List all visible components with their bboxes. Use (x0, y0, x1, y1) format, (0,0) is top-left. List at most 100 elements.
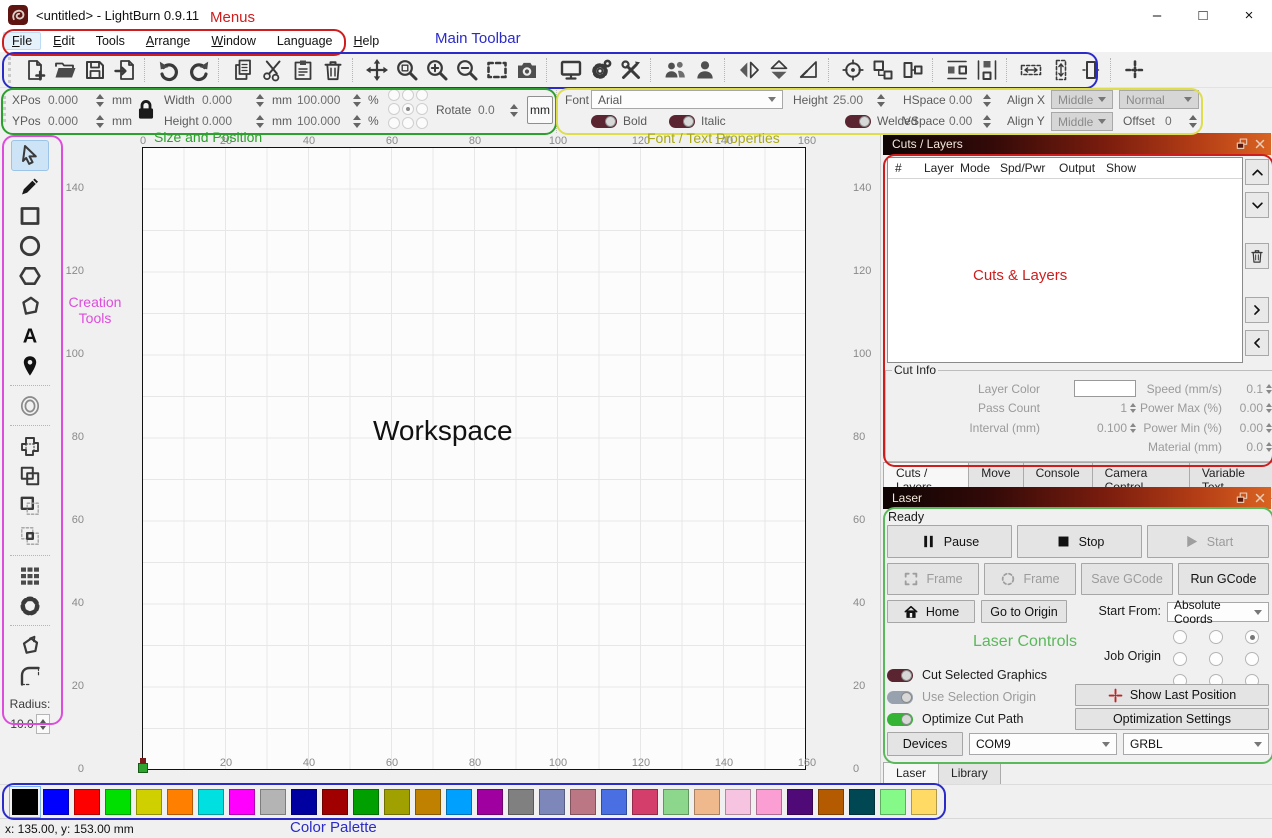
distribute-vertical-button[interactable] (972, 55, 1002, 85)
flip-horizontal-button[interactable] (734, 55, 764, 85)
frame-selection-button[interactable] (482, 55, 512, 85)
cut-selected-graphics-toggle[interactable] (887, 669, 913, 682)
material-input[interactable]: 0.0 (1246, 440, 1263, 454)
bool-intersect-tool-button[interactable] (12, 522, 48, 551)
device-settings-button[interactable] (616, 55, 646, 85)
rotate-input[interactable]: 0.0 (478, 103, 495, 117)
palette-color-27[interactable] (849, 789, 875, 815)
palette-color-12[interactable] (384, 789, 410, 815)
palette-color-26[interactable] (818, 789, 844, 815)
align-shapes-button[interactable] (868, 55, 898, 85)
close-panel-icon[interactable] (1253, 491, 1267, 505)
camera-capture-button[interactable] (512, 55, 542, 85)
vspace-spinner[interactable] (981, 113, 992, 129)
show-last-position-button[interactable]: Show Last Position (1075, 684, 1269, 706)
palette-color-23[interactable] (725, 789, 751, 815)
preview-monitor-button[interactable] (556, 55, 586, 85)
hspace-input[interactable]: 0.00 (949, 93, 972, 107)
hspace-spinner[interactable] (981, 92, 992, 108)
ellipse-tool-button[interactable] (12, 232, 48, 261)
palette-color-1[interactable] (43, 789, 69, 815)
palette-color-7[interactable] (229, 789, 255, 815)
push-apart-button[interactable] (898, 55, 928, 85)
spinner[interactable] (1266, 423, 1272, 433)
align-y-dropdown[interactable]: Middle (1051, 112, 1113, 131)
width-percent-input[interactable]: 100.000 (297, 93, 340, 107)
palette-color-20[interactable] (632, 789, 658, 815)
zoom-to-page-button[interactable] (392, 55, 422, 85)
speed-input[interactable]: 0.1 (1246, 382, 1263, 396)
rotate-spinner[interactable] (508, 102, 519, 118)
palette-color-4[interactable] (136, 789, 162, 815)
paste-button[interactable] (288, 55, 318, 85)
layer-down-button[interactable] (1245, 192, 1269, 218)
undo-button[interactable] (154, 55, 184, 85)
layer-delete-button[interactable] (1245, 243, 1269, 269)
ypos-input[interactable]: 0.000 (48, 114, 78, 128)
interval-input[interactable]: 0.100 (1097, 421, 1127, 435)
start-button[interactable]: Start (1147, 525, 1269, 558)
rect-tool-button[interactable] (12, 202, 48, 231)
float-panel-icon[interactable] (1235, 137, 1249, 151)
open-file-button[interactable] (50, 55, 80, 85)
import-file-button[interactable] (110, 55, 140, 85)
go-to-origin-button[interactable]: Go to Origin (981, 600, 1067, 623)
ypos-spinner[interactable] (94, 113, 105, 129)
anchor-dot[interactable] (388, 103, 400, 115)
text-tool-button[interactable]: A (12, 322, 48, 351)
optimize-cut-path-toggle[interactable] (887, 713, 913, 726)
palette-color-19[interactable] (601, 789, 627, 815)
palette-color-18[interactable] (570, 789, 596, 815)
power-min-input[interactable]: 0.00 (1240, 421, 1263, 435)
weld-tool-button[interactable] (12, 432, 48, 461)
start-from-dropdown[interactable]: Absolute Coords (1167, 602, 1269, 622)
port-dropdown[interactable]: COM9 (969, 733, 1117, 755)
menu-file[interactable]: File (3, 32, 41, 50)
layer-left-button[interactable] (1245, 330, 1269, 356)
menu-window[interactable]: Window (202, 32, 264, 50)
edit-node-tool-button[interactable] (12, 292, 48, 321)
palette-color-15[interactable] (477, 789, 503, 815)
palette-color-3[interactable] (105, 789, 131, 815)
grid-array-tool-button[interactable] (12, 562, 48, 591)
zoom-out-button[interactable] (452, 55, 482, 85)
toolbar-drag-handle[interactable] (3, 96, 10, 122)
use-selection-origin-toggle[interactable] (887, 691, 913, 704)
new-file-button[interactable] (20, 55, 50, 85)
toolbar-drag-handle[interactable] (8, 57, 15, 83)
menu-help[interactable]: Help (344, 32, 388, 50)
mirror-shape-button[interactable] (794, 55, 824, 85)
focus-center-button[interactable] (838, 55, 868, 85)
laser-panel-titlebar[interactable]: Laser (883, 487, 1271, 509)
resize-shape-button[interactable] (1076, 55, 1106, 85)
width-percent-spinner[interactable] (351, 92, 362, 108)
job-origin-radio-3[interactable] (1173, 652, 1187, 666)
circular-array-tool-button[interactable] (12, 592, 48, 621)
flip-vertical-button[interactable] (764, 55, 794, 85)
palette-color-24[interactable] (756, 789, 782, 815)
font-height-input[interactable]: 25.00 (833, 93, 863, 107)
palette-color-10[interactable] (322, 789, 348, 815)
palette-color-21[interactable] (663, 789, 689, 815)
job-origin-radio-0[interactable] (1173, 630, 1187, 644)
align-x-dropdown[interactable]: Middle (1051, 90, 1113, 109)
bool-subtract-tool-button[interactable] (12, 492, 48, 521)
save-gcode-button[interactable]: Save GCode (1081, 563, 1173, 595)
offset-tool-button[interactable] (12, 392, 48, 421)
anchor-dot[interactable] (402, 117, 414, 129)
width-input[interactable]: 0.000 (202, 93, 232, 107)
menu-arrange[interactable]: Arrange (137, 32, 199, 50)
close-panel-icon[interactable] (1253, 137, 1267, 151)
float-panel-icon[interactable] (1235, 491, 1249, 505)
palette-color-6[interactable] (198, 789, 224, 815)
height-percent-input[interactable]: 100.000 (297, 114, 340, 128)
bool-union-tool-button[interactable] (12, 462, 48, 491)
offset-input[interactable]: 0 (1165, 114, 1172, 128)
cuts-layers-panel-titlebar[interactable]: Cuts / Layers (883, 133, 1271, 155)
layer-up-button[interactable] (1245, 159, 1269, 185)
pan-view-button[interactable] (362, 55, 392, 85)
units-button[interactable]: mm (527, 96, 553, 124)
zoom-in-button[interactable] (422, 55, 452, 85)
redo-button[interactable] (184, 55, 214, 85)
delete-button[interactable] (318, 55, 348, 85)
